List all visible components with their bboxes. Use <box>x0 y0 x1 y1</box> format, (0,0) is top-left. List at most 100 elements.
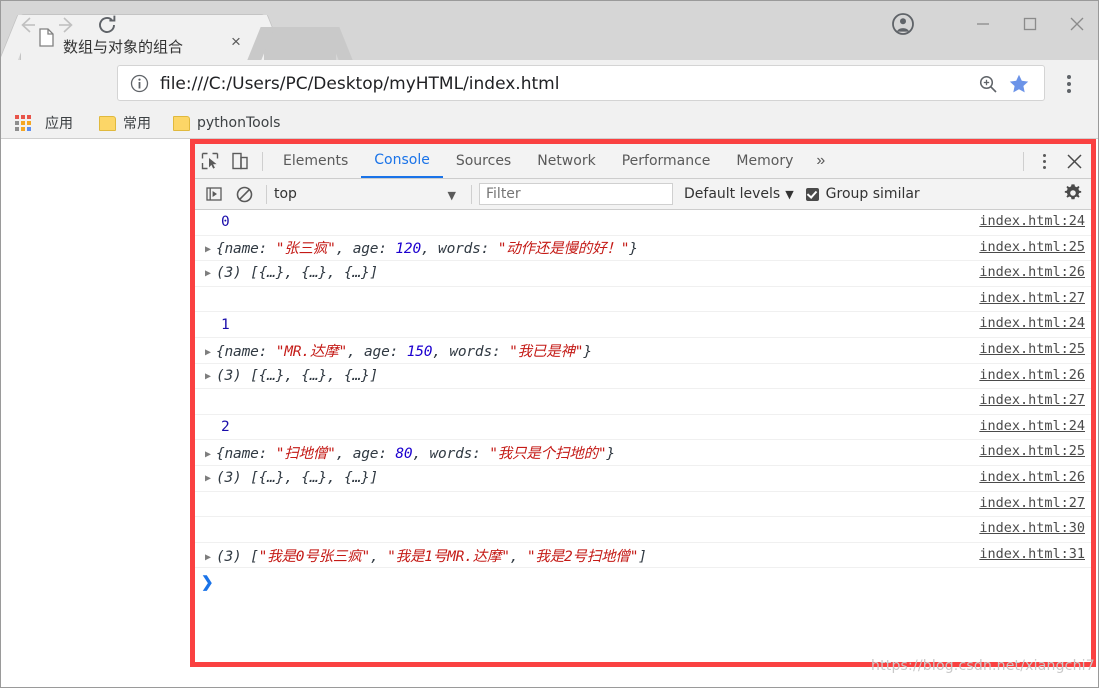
log-levels-select[interactable]: Default levels ▼ <box>684 186 794 202</box>
tab-sources[interactable]: Sources <box>443 144 524 178</box>
source-link[interactable]: index.html:25 <box>979 341 1085 357</box>
source-link[interactable]: index.html:26 <box>979 264 1085 280</box>
console-message: 0 <box>195 214 230 230</box>
expand-triangle-icon[interactable]: ▶ <box>205 268 216 279</box>
console-row: ▶ (3) ["我是0号张三疯", "我是1号MR.达摩", "我是2号扫地僧"]… <box>195 543 1091 569</box>
tab-label: Performance <box>621 153 711 169</box>
filter-input[interactable] <box>479 183 673 205</box>
bookmark-label: 常用 <box>123 116 151 132</box>
expand-triangle-icon[interactable]: ▶ <box>205 244 216 255</box>
console-row: index.html:27 <box>195 389 1091 415</box>
chevron-down-icon: ▼ <box>785 187 794 201</box>
bookmark-label: 应用 <box>45 116 73 132</box>
levels-label: Default levels <box>684 186 781 202</box>
tab-performance[interactable]: Performance <box>609 144 724 178</box>
group-index: 1 <box>221 316 230 333</box>
inspect-element-icon[interactable] <box>195 145 225 178</box>
console-message[interactable]: ▶ (3) ["我是0号张三疯", "我是1号MR.达摩", "我是2号扫地僧"] <box>195 545 647 566</box>
expand-triangle-icon[interactable]: ▶ <box>205 473 216 484</box>
console-output: 0 index.html:24 ▶ {name: "张三疯", age: 120, w… <box>195 210 1091 597</box>
devtools-panel: Elements Console Sources Network Perform… <box>195 144 1091 662</box>
address-bar[interactable]: file:///C:/Users/PC/Desktop/myHTML/index… <box>117 65 1045 101</box>
source-link[interactable]: index.html:27 <box>979 495 1085 511</box>
bookmark-item-pythontools[interactable]: pythonTools <box>173 112 280 134</box>
minimize-button[interactable] <box>959 1 1006 46</box>
source-link[interactable]: index.html:30 <box>979 520 1085 536</box>
console-message: 1 <box>195 317 230 333</box>
group-index: 2 <box>221 419 230 436</box>
bookmark-label: pythonTools <box>197 115 281 131</box>
tab-strip: 数组与对象的组合 × <box>1 1 1098 60</box>
context-label: top <box>274 186 297 202</box>
tab-elements[interactable]: Elements <box>270 144 361 178</box>
bookmarks-bar: 应用 常用 pythonTools <box>1 107 1098 139</box>
execute-sidebar-icon[interactable] <box>199 178 229 211</box>
console-row: 0 index.html:24 <box>195 210 1091 236</box>
source-link[interactable]: index.html:27 <box>979 290 1085 306</box>
group-similar-label: Group similar <box>825 186 920 202</box>
source-link[interactable]: index.html:24 <box>979 315 1085 331</box>
console-message[interactable]: ▶ {name: "MR.达摩", age: 150, words: "我已是神"… <box>195 340 592 361</box>
watermark-text: https://blog.csdn.net/xiangchi7 <box>871 658 1095 674</box>
console-message[interactable]: ▶ (3) [{…}, {…}, {…}] <box>195 265 378 281</box>
prompt-caret-icon: ❯ <box>201 574 214 592</box>
tab-console[interactable]: Console <box>361 144 443 178</box>
devtools-tab-bar: Elements Console Sources Network Perform… <box>195 144 1091 179</box>
console-message[interactable]: ▶ {name: "张三疯", age: 120, words: "动作还是慢的好… <box>195 237 638 258</box>
close-devtools-icon[interactable] <box>1057 144 1091 178</box>
source-link[interactable]: index.html:25 <box>979 239 1085 255</box>
source-link[interactable]: index.html:24 <box>979 418 1085 434</box>
source-link[interactable]: index.html:26 <box>979 469 1085 485</box>
expand-triangle-icon[interactable]: ▶ <box>205 449 216 460</box>
bookmark-item-changyong[interactable]: 常用 <box>99 112 151 134</box>
source-link[interactable]: index.html:27 <box>979 392 1085 408</box>
console-row: ▶ (3) [{…}, {…}, {…}] index.html:26 <box>195 466 1091 492</box>
device-toolbar-icon[interactable] <box>225 145 255 178</box>
console-message: 2 <box>195 419 230 435</box>
console-message[interactable]: ▶ {name: "扫地僧", age: 80, words: "我只是个扫地的"… <box>195 442 615 463</box>
console-message[interactable]: ▶ (3) [{…}, {…}, {…}] <box>195 368 378 384</box>
tab-close-icon[interactable]: × <box>227 33 245 51</box>
toolbar-divider <box>266 184 267 204</box>
close-window-button[interactable] <box>1053 1 1098 46</box>
gear-icon[interactable] <box>1063 183 1085 205</box>
console-row: ▶ {name: "张三疯", age: 120, words: "动作还是慢的好… <box>195 236 1091 262</box>
console-row: ▶ {name: "扫地僧", age: 80, words: "我只是个扫地的"… <box>195 440 1091 466</box>
console-message[interactable]: ▶ (3) [{…}, {…}, {…}] <box>195 470 378 486</box>
execution-context-select[interactable]: top ▼ <box>274 183 464 205</box>
expand-triangle-icon[interactable]: ▶ <box>205 347 216 358</box>
source-link[interactable]: index.html:31 <box>979 546 1085 562</box>
tab-label: Elements <box>283 153 349 169</box>
expand-triangle-icon[interactable]: ▶ <box>205 552 216 563</box>
apps-grid-icon[interactable] <box>15 115 32 132</box>
group-index: 0 <box>221 214 230 231</box>
console-row: ▶ {name: "MR.达摩", age: 150, words: "我已是神"… <box>195 338 1091 364</box>
console-prompt-row[interactable]: ❯ <box>195 568 1091 596</box>
more-options-icon[interactable] <box>1031 144 1057 178</box>
bookmark-item-apps[interactable]: 应用 <box>45 112 73 134</box>
console-row: ▶ (3) [{…}, {…}, {…}] index.html:26 <box>195 364 1091 390</box>
new-tab-placeholder[interactable] <box>264 27 336 60</box>
info-circle-icon[interactable] <box>130 74 149 93</box>
profile-avatar[interactable] <box>881 1 925 46</box>
zoom-in-icon[interactable] <box>978 74 998 94</box>
chevron-down-icon: ▼ <box>447 189 456 202</box>
tab-network[interactable]: Network <box>524 144 608 178</box>
group-similar-checkbox[interactable]: Group similar <box>805 186 920 202</box>
source-link[interactable]: index.html:24 <box>979 213 1085 229</box>
bookmark-star-icon[interactable] <box>1008 73 1030 95</box>
three-dot-menu-icon[interactable] <box>1057 71 1081 97</box>
more-tabs-icon[interactable]: » <box>806 152 835 170</box>
clear-console-icon[interactable] <box>229 178 259 211</box>
console-row: 1 index.html:24 <box>195 312 1091 338</box>
window-controls <box>959 1 1098 46</box>
source-link[interactable]: index.html:25 <box>979 443 1085 459</box>
tab-label: Sources <box>455 153 512 169</box>
tab-memory[interactable]: Memory <box>723 144 806 178</box>
source-link[interactable]: index.html:26 <box>979 367 1085 383</box>
url-text: file:///C:/Users/PC/Desktop/myHTML/index… <box>160 74 560 94</box>
expand-triangle-icon[interactable]: ▶ <box>205 371 216 382</box>
browser-window: 数组与对象的组合 × file:///C:/Users/PC/Desktop/m… <box>0 0 1099 688</box>
tab-label: Console <box>374 152 430 168</box>
maximize-button[interactable] <box>1006 1 1053 46</box>
